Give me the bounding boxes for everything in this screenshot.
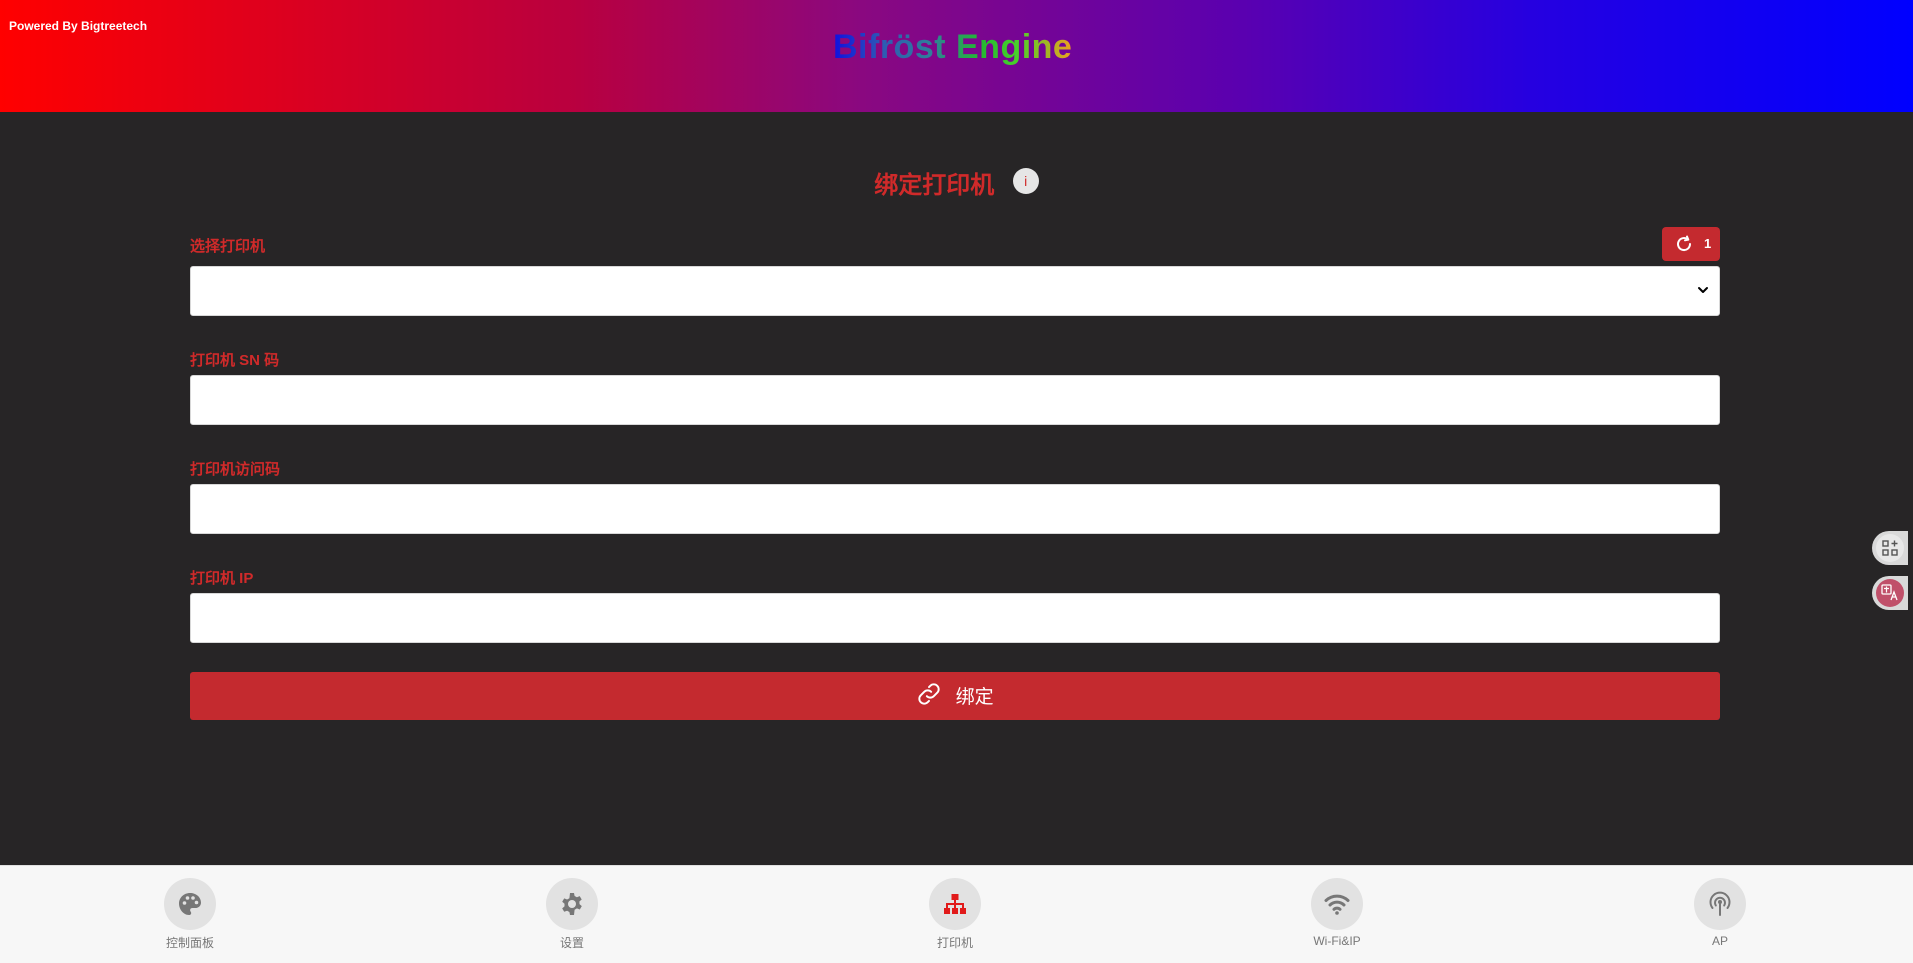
ip-input[interactable]	[190, 593, 1720, 643]
header-bar: Powered By Bigtreetech Bifröst Engine	[0, 0, 1913, 112]
bind-button[interactable]: 绑定	[190, 672, 1720, 720]
nav-label-dashboard: 控制面板	[165, 936, 214, 950]
nav-item-ap[interactable]: AP	[1660, 878, 1780, 948]
title-row: 绑定打印机 i	[0, 165, 1913, 205]
brand-title: Bifröst Engine	[833, 28, 1078, 67]
ip-label: 打印机 IP	[190, 570, 254, 587]
powered-by-text: Powered By Bigtreetech	[9, 19, 148, 33]
nav-label-settings: 设置	[559, 936, 584, 950]
bind-button-label: 绑定	[955, 687, 994, 708]
refresh-button[interactable]: 1	[1662, 227, 1720, 261]
nav-item-dashboard[interactable]: 控制面板	[130, 878, 250, 951]
qr-side-button[interactable]	[1872, 531, 1908, 565]
wifi-icon	[1311, 878, 1363, 930]
page-title: 绑定打印机	[874, 172, 995, 199]
nav-label-wifi: Wi-Fi&IP	[1313, 934, 1361, 948]
translate-side-button[interactable]	[1872, 576, 1908, 610]
bind-button-content: 绑定	[190, 682, 1720, 709]
printer-select[interactable]	[190, 266, 1720, 316]
nav-label-printer: 打印机	[936, 936, 973, 950]
main-panel: 绑定打印机 i 选择打印机 1 打印机 SN 码 打印机访问码 打印机 IP 绑…	[0, 112, 1913, 865]
nav-label-ap: AP	[1711, 934, 1728, 948]
sitemap-icon	[929, 878, 981, 930]
nav-item-wifi[interactable]: Wi-Fi&IP	[1277, 878, 1397, 948]
palette-icon	[164, 878, 216, 930]
qr-grid-icon	[1876, 534, 1904, 562]
broadcast-icon	[1694, 878, 1746, 930]
gear-icon	[546, 878, 598, 930]
sn-input[interactable]	[190, 375, 1720, 425]
refresh-count: 1	[1704, 236, 1712, 251]
info-icon[interactable]: i	[1012, 167, 1039, 194]
select-printer-label: 选择打印机	[190, 238, 266, 255]
nav-item-printer[interactable]: 打印机	[895, 878, 1015, 951]
refresh-icon	[1677, 235, 1692, 252]
translate-icon	[1876, 579, 1904, 607]
nav-item-settings[interactable]: 设置	[512, 878, 632, 951]
access-code-input[interactable]	[190, 484, 1720, 534]
link-icon	[918, 682, 940, 705]
sn-label: 打印机 SN 码	[190, 352, 280, 369]
chevron-down-icon	[1698, 287, 1708, 293]
bottom-nav: 控制面板 设置 打印机 Wi-Fi&IP AP	[0, 865, 1913, 963]
access-code-label: 打印机访问码	[190, 461, 281, 478]
